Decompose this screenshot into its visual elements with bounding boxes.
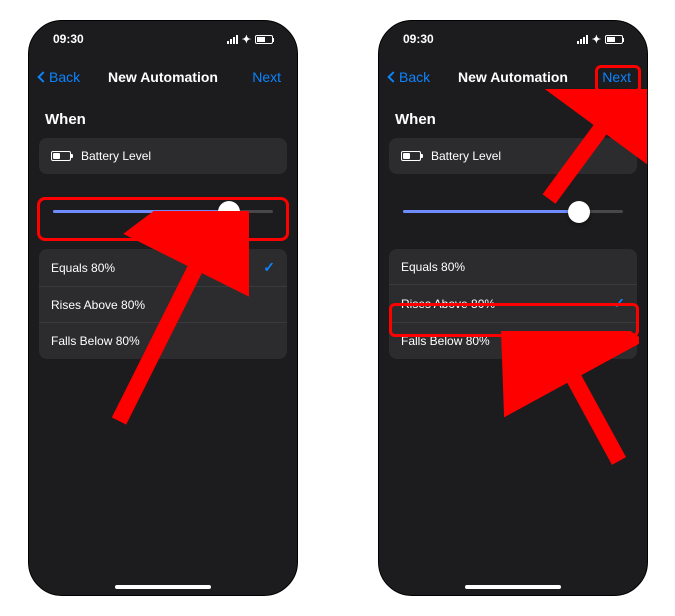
back-label: Back: [49, 69, 80, 85]
status-time: 09:30: [53, 32, 84, 46]
home-indicator[interactable]: [465, 585, 561, 589]
option-equals-label: Equals 80%: [51, 261, 115, 275]
trigger-group: Battery Level: [389, 138, 637, 174]
option-rises-above[interactable]: Rises Above 80%: [39, 287, 287, 323]
battery-level-icon: [401, 151, 421, 161]
slider-fill: [53, 210, 229, 213]
home-indicator[interactable]: [115, 585, 211, 589]
check-icon: ✓: [613, 295, 625, 312]
wifi-icon: ✦: [242, 33, 251, 46]
option-equals[interactable]: Equals 80%: [389, 249, 637, 285]
option-equals[interactable]: Equals 80% ✓: [39, 249, 287, 287]
chevron-left-icon: [37, 71, 48, 82]
slider-track: [403, 210, 623, 213]
condition-options: Equals 80% ✓ Rises Above 80% Falls Below…: [39, 249, 287, 359]
slider-thumb[interactable]: [218, 201, 240, 223]
slider-thumb[interactable]: [568, 201, 590, 223]
signal-icon: [577, 35, 588, 44]
trigger-group: Battery Level: [39, 138, 287, 174]
phone-screen-left: 09:30 ✦ Back New Automation Next When Ba…: [28, 20, 298, 596]
battery-level-slider[interactable]: [39, 194, 287, 229]
next-button[interactable]: Next: [596, 65, 637, 89]
next-label: Next: [602, 69, 631, 85]
slider-track: [53, 210, 273, 213]
back-label: Back: [399, 69, 430, 85]
option-falls-label: Falls Below 80%: [51, 334, 140, 348]
trigger-row-battery-level[interactable]: Battery Level: [389, 138, 637, 174]
option-falls-below[interactable]: Falls Below 80%: [389, 323, 637, 359]
chevron-left-icon: [387, 71, 398, 82]
check-icon: ✓: [263, 259, 275, 276]
page-title: New Automation: [108, 69, 218, 85]
phone-screen-right: 09:30 ✦ Back New Automation Next When Ba…: [378, 20, 648, 596]
nav-bar: Back New Automation Next: [379, 57, 647, 97]
option-rises-label: Rises Above 80%: [401, 297, 495, 311]
trigger-row-battery-level[interactable]: Battery Level: [39, 138, 287, 174]
status-indicators: ✦: [227, 33, 273, 46]
signal-icon: [227, 35, 238, 44]
next-label: Next: [252, 69, 281, 85]
wifi-icon: ✦: [592, 33, 601, 46]
trigger-label: Battery Level: [431, 149, 501, 163]
back-button[interactable]: Back: [389, 69, 430, 85]
nav-bar: Back New Automation Next: [29, 57, 297, 97]
battery-level-slider[interactable]: [389, 194, 637, 229]
status-bar: 09:30 ✦: [29, 21, 297, 57]
page-title: New Automation: [458, 69, 568, 85]
option-rises-label: Rises Above 80%: [51, 298, 145, 312]
battery-level-icon: [51, 151, 71, 161]
option-rises-above[interactable]: Rises Above 80% ✓: [389, 285, 637, 323]
option-falls-below[interactable]: Falls Below 80%: [39, 323, 287, 359]
slider-fill: [403, 210, 579, 213]
back-button[interactable]: Back: [39, 69, 80, 85]
status-indicators: ✦: [577, 33, 623, 46]
battery-icon: [255, 35, 273, 44]
condition-options: Equals 80% Rises Above 80% ✓ Falls Below…: [389, 249, 637, 359]
next-button[interactable]: Next: [246, 65, 287, 89]
section-when-header: When: [29, 97, 297, 138]
section-when-header: When: [379, 97, 647, 138]
status-time: 09:30: [403, 32, 434, 46]
trigger-label: Battery Level: [81, 149, 151, 163]
option-equals-label: Equals 80%: [401, 260, 465, 274]
option-falls-label: Falls Below 80%: [401, 334, 490, 348]
status-bar: 09:30 ✦: [379, 21, 647, 57]
battery-icon: [605, 35, 623, 44]
